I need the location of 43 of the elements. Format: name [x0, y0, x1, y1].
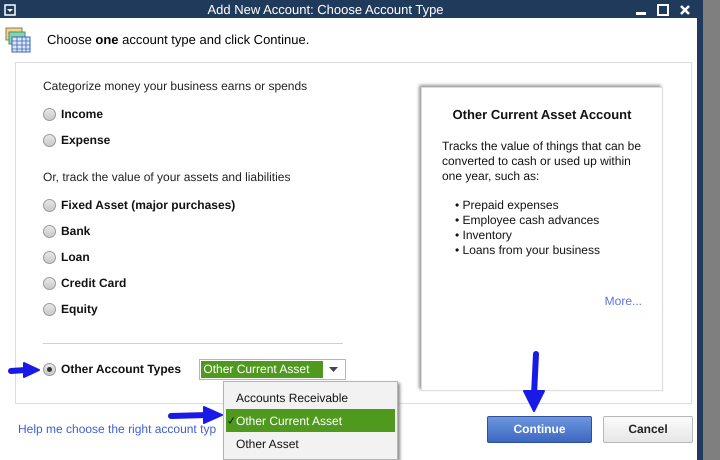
description-bullet: • Employee cash advances — [455, 212, 600, 228]
option-label[interactable]: Bank — [61, 222, 90, 240]
dropdown-item[interactable]: Accounts Receivable — [226, 386, 395, 409]
help-link[interactable]: Help me choose the right account typ — [18, 420, 216, 438]
option-label[interactable]: Fixed Asset (major purchases) — [61, 196, 236, 214]
option-label[interactable]: Credit Card — [61, 274, 126, 292]
window-title: Add New Account: Choose Account Type — [206, 3, 445, 16]
option-label[interactable]: Equity — [61, 300, 98, 318]
account-type-dropdown[interactable]: Other Current Asset — [199, 358, 346, 380]
description-bullet: • Inventory — [455, 228, 513, 242]
arrow-icon — [8, 361, 40, 379]
radio-button[interactable] — [43, 224, 56, 238]
option-label[interactable]: Other Account Types — [61, 360, 200, 378]
radio-button[interactable] — [43, 302, 56, 316]
menu-icon[interactable] — [4, 4, 16, 16]
description-text: Tracks the value of things that can be converted to cash or used up within one year, such as: — [442, 138, 642, 184]
more-link[interactable]: More... — [604, 292, 642, 310]
continue-button[interactable]: Continue — [487, 416, 592, 442]
section-heading: Categorize money your business earns or spends — [43, 78, 308, 95]
radio-button[interactable] — [43, 362, 56, 376]
close-icon[interactable] — [679, 4, 691, 16]
check-icon — [228, 417, 234, 424]
arrow-icon — [523, 351, 545, 413]
description-bullet: • Loans from your business — [455, 242, 601, 258]
dropdown-item[interactable]: Other Asset — [226, 432, 395, 455]
option-label[interactable]: Income — [61, 105, 104, 123]
radio-button[interactable] — [43, 134, 56, 146]
description-title: Other Current Asset Account — [452, 106, 632, 124]
radio-button[interactable] — [43, 198, 56, 212]
dropdown-item[interactable]: Other Current Asset — [226, 409, 395, 432]
radio-button[interactable] — [43, 276, 56, 290]
section-heading: Or, track the value of your assets and liabilities — [43, 169, 292, 186]
account-list-icon — [5, 27, 31, 53]
option-label[interactable]: Loan — [61, 248, 90, 266]
description-bullet: • Prepaid expenses — [455, 198, 560, 212]
option-label[interactable]: Expense — [61, 131, 110, 149]
maximize-icon[interactable] — [657, 4, 669, 16]
instruction-text: Choose one account type and click Continue. — [47, 31, 310, 50]
radio-button[interactable] — [43, 108, 56, 120]
arrow-icon — [168, 406, 224, 424]
dropdown-caret-icon — [329, 366, 338, 372]
cancel-button[interactable]: Cancel — [603, 416, 693, 442]
radio-button[interactable] — [43, 250, 56, 264]
